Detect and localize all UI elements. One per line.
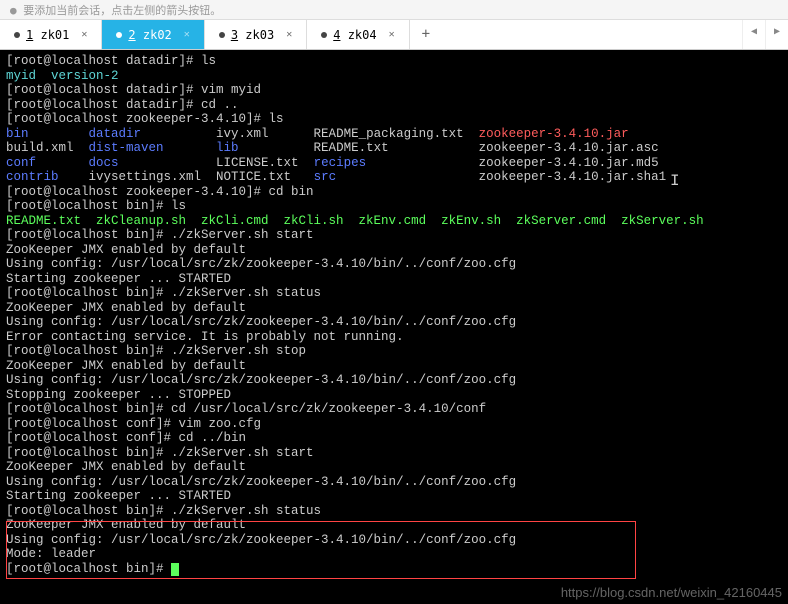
close-icon[interactable]: ✕ — [389, 29, 395, 40]
tab-nav: ◀ ▶ — [742, 20, 788, 49]
watermark: https://blog.csdn.net/weixin_42160445 — [561, 586, 782, 601]
terminal-line: [root@localhost bin]# cd /usr/local/src/… — [6, 402, 782, 417]
terminal-line: ZooKeeper JMX enabled by default — [6, 518, 782, 533]
status-dot-icon — [321, 32, 327, 38]
terminal-line: [root@localhost zookeeper-3.4.10]# cd bi… — [6, 185, 782, 200]
terminal-line: build.xml dist-maven lib README.txt zook… — [6, 141, 782, 156]
terminal-line: ZooKeeper JMX enabled by default — [6, 301, 782, 316]
tab-next-button[interactable]: ▶ — [765, 20, 788, 49]
terminal-line: Stopping zookeeper ... STOPPED — [6, 388, 782, 403]
terminal-line: ZooKeeper JMX enabled by default — [6, 243, 782, 258]
tab-bar: 1 zk01 ✕ 2 zk02 ✕ 3 zk03 ✕ 4 zk04 ✕ + ◀ … — [0, 20, 788, 50]
terminal-line: [root@localhost conf]# cd ../bin — [6, 431, 782, 446]
terminal-line: [root@localhost bin]# — [6, 562, 782, 577]
terminal-line: [root@localhost datadir]# vim myid — [6, 83, 782, 98]
terminal-line: [root@localhost bin]# ./zkServer.sh stop — [6, 344, 782, 359]
status-dot-icon — [14, 32, 20, 38]
top-hint-bar: ● 要添加当前会话，点击左侧的箭头按钮。 — [0, 0, 788, 20]
terminal-line: Using config: /usr/local/src/zk/zookeepe… — [6, 533, 782, 548]
add-tab-button[interactable]: + — [410, 20, 442, 49]
terminal-line: contrib ivysettings.xml NOTICE.txt src z… — [6, 170, 782, 185]
terminal-line: Using config: /usr/local/src/zk/zookeepe… — [6, 475, 782, 490]
terminal-line: Error contacting service. It is probably… — [6, 330, 782, 345]
terminal-line: [root@localhost bin]# ./zkServer.sh stat… — [6, 504, 782, 519]
terminal-line: Mode: leader — [6, 547, 782, 562]
terminal-line: Starting zookeeper ... STARTED — [6, 489, 782, 504]
close-icon[interactable]: ✕ — [81, 29, 87, 40]
close-icon[interactable]: ✕ — [184, 29, 190, 40]
terminal-line: [root@localhost datadir]# cd .. — [6, 98, 782, 113]
tab-label: 3 zk03 — [231, 28, 274, 42]
terminal-line: [root@localhost bin]# ls — [6, 199, 782, 214]
tab-zk01[interactable]: 1 zk01 ✕ — [0, 20, 102, 49]
status-dot-icon — [116, 32, 122, 38]
close-icon[interactable]: ✕ — [286, 29, 292, 40]
terminal-line: conf docs LICENSE.txt recipes zookeeper-… — [6, 156, 782, 171]
terminal-line: [root@localhost bin]# ./zkServer.sh star… — [6, 446, 782, 461]
terminal-line: Starting zookeeper ... STARTED — [6, 272, 782, 287]
terminal-line: Using config: /usr/local/src/zk/zookeepe… — [6, 373, 782, 388]
tab-zk04[interactable]: 4 zk04 ✕ — [307, 20, 409, 49]
tab-label: 4 zk04 — [333, 28, 376, 42]
terminal-line: README.txt zkCleanup.sh zkCli.cmd zkCli.… — [6, 214, 782, 229]
terminal-line: myid version-2 — [6, 69, 782, 84]
terminal-line: [root@localhost conf]# vim zoo.cfg — [6, 417, 782, 432]
terminal-line: Using config: /usr/local/src/zk/zookeepe… — [6, 257, 782, 272]
tab-prev-button[interactable]: ◀ — [742, 20, 765, 49]
status-dot-icon — [219, 32, 225, 38]
terminal-line: [root@localhost zookeeper-3.4.10]# ls — [6, 112, 782, 127]
terminal-line: [root@localhost bin]# ./zkServer.sh stat… — [6, 286, 782, 301]
terminal-line: ZooKeeper JMX enabled by default — [6, 460, 782, 475]
tab-zk03[interactable]: 3 zk03 ✕ — [205, 20, 307, 49]
terminal-line: [root@localhost bin]# ./zkServer.sh star… — [6, 228, 782, 243]
tab-label: 2 zk02 — [128, 28, 171, 42]
terminal-line: [root@localhost datadir]# ls — [6, 54, 782, 69]
tab-zk02[interactable]: 2 zk02 ✕ — [102, 20, 204, 49]
terminal-line: Using config: /usr/local/src/zk/zookeepe… — [6, 315, 782, 330]
tab-label: 1 zk01 — [26, 28, 69, 42]
terminal-line: bin datadir ivy.xml README_packaging.txt… — [6, 127, 782, 142]
terminal[interactable]: I https://blog.csdn.net/weixin_42160445 … — [0, 50, 788, 604]
terminal-line: ZooKeeper JMX enabled by default — [6, 359, 782, 374]
